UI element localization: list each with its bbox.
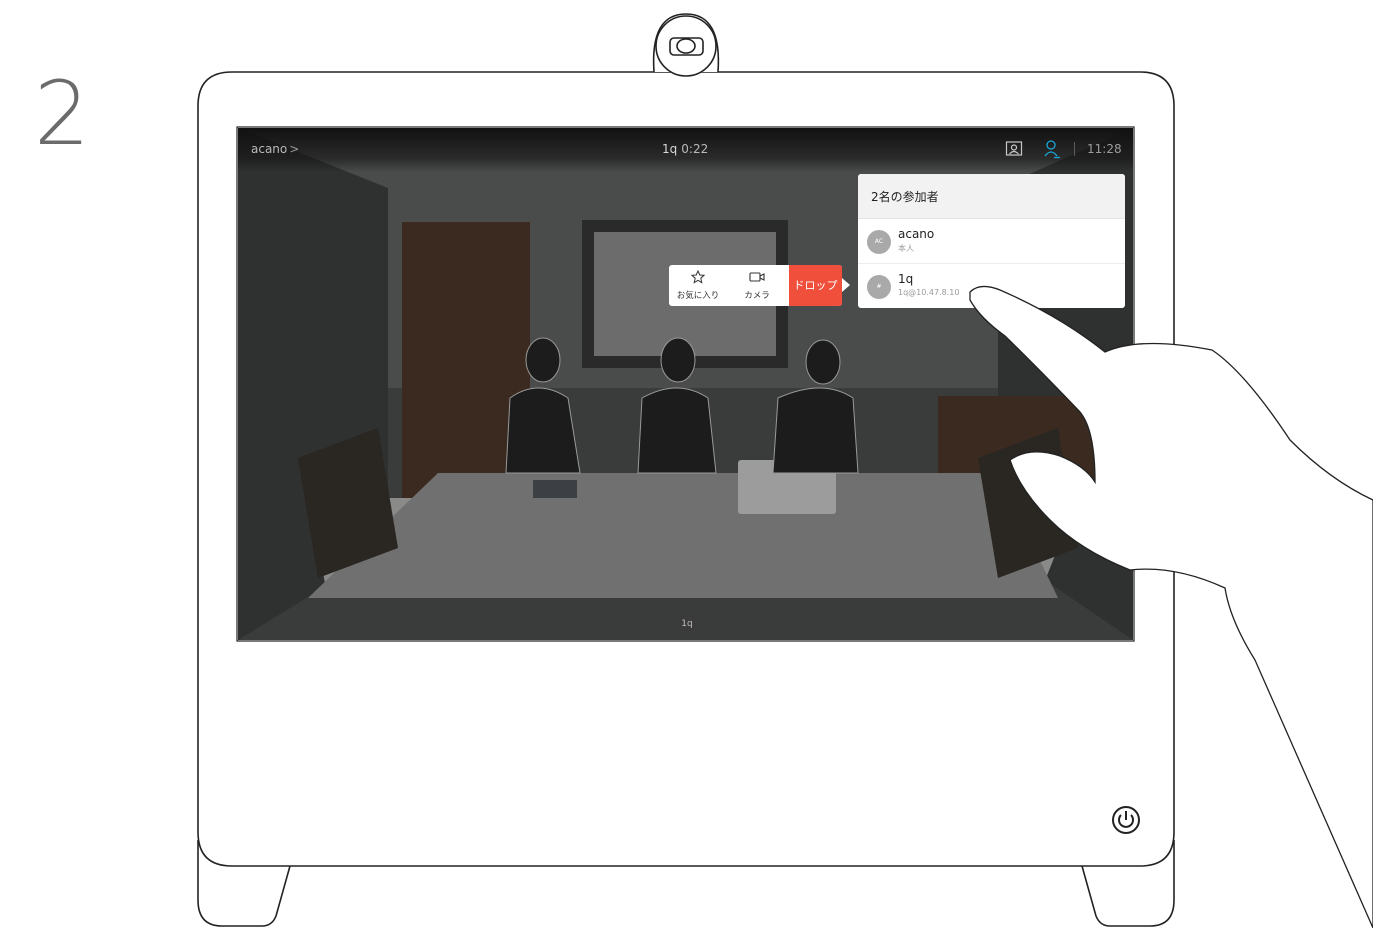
participant-name: acano xyxy=(898,227,935,241)
video-camera-icon xyxy=(749,272,765,282)
participant-name: 1q xyxy=(898,272,914,286)
chevron-right-icon: > xyxy=(289,142,300,156)
camera-label: カメラ xyxy=(744,291,770,301)
remote-name-tag: 1q xyxy=(676,616,698,632)
power-button[interactable] xyxy=(1110,804,1142,836)
remote-name: 1q xyxy=(662,142,678,156)
call-duration: 0:22 xyxy=(681,142,709,156)
favorite-button[interactable]: お気に入り xyxy=(669,265,727,306)
participant-row[interactable]: AC acano 本人 xyxy=(858,219,1125,264)
participants-panel: 2名の参加者 AC acano 本人 # 1q 1q@10.47.8.10 xyxy=(858,174,1125,308)
selfview-icon[interactable] xyxy=(1005,140,1023,158)
participant-action-popup: お気に入り カメラ ドロップ xyxy=(669,265,850,306)
camera-button[interactable]: カメラ xyxy=(727,265,787,306)
video-screen: acano > 1q 0:22 11:28 1q 2名の参加者 AC acano 本… xyxy=(238,128,1133,640)
avatar: # xyxy=(867,275,891,299)
panel-title: 2名の参加者 xyxy=(871,190,939,204)
avatar: AC xyxy=(867,230,891,254)
participant-row[interactable]: # 1q 1q@10.47.8.10 xyxy=(858,264,1125,308)
camera-lens-icon xyxy=(655,15,717,77)
panel-header: 2名の参加者 xyxy=(858,174,1125,219)
star-icon xyxy=(691,270,705,284)
participants-icon[interactable] xyxy=(1043,139,1061,159)
drop-button[interactable]: ドロップ xyxy=(789,265,842,306)
favorite-label: お気に入り xyxy=(676,291,720,301)
clock: 11:28 xyxy=(1087,142,1122,156)
caller-name[interactable]: acano > xyxy=(251,142,299,156)
participant-sub: 1q@10.47.8.10 xyxy=(898,288,960,297)
participant-sub: 本人 xyxy=(898,244,914,253)
popup-arrow xyxy=(842,278,850,292)
divider xyxy=(1074,142,1075,156)
call-info: 1q 0:22 xyxy=(662,142,708,156)
